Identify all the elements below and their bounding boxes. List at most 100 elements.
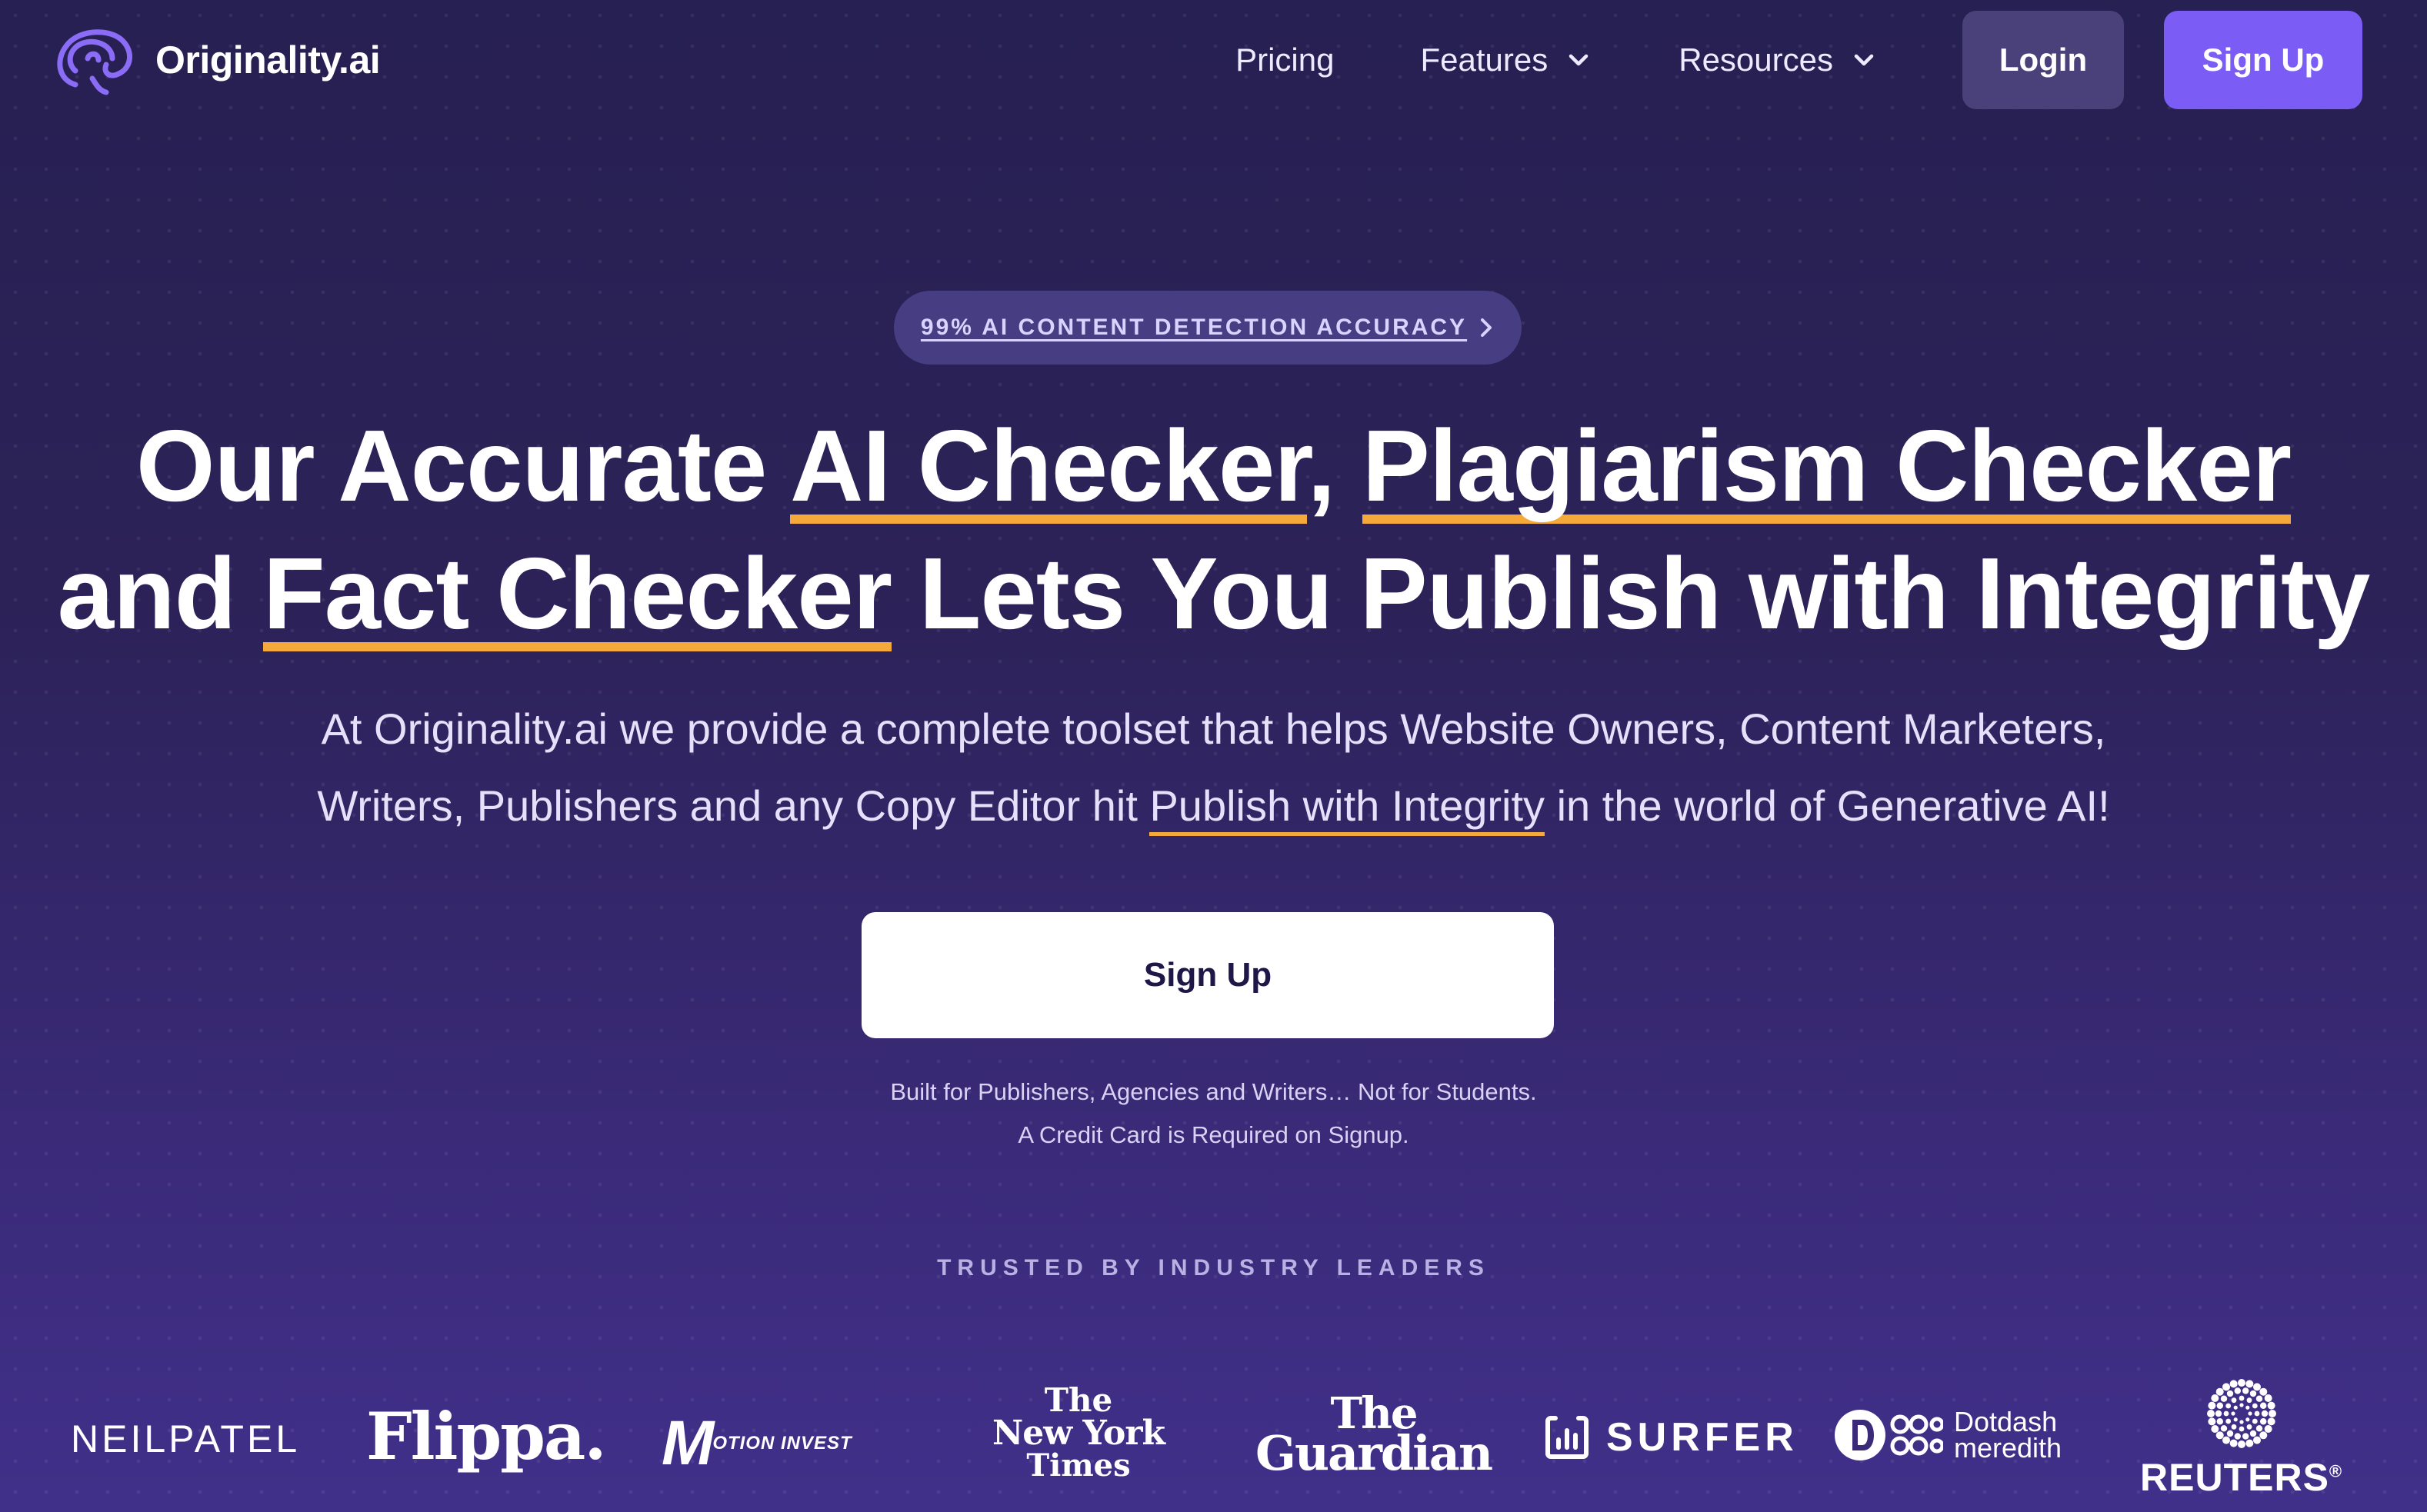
reuters-ring-dot: [2237, 1440, 2245, 1448]
reuters-ring-dot: [2249, 1430, 2256, 1437]
motion-invest-wordmark: OTION INVEST: [712, 1433, 852, 1454]
headline-text: Lets You Publish with Integrity: [892, 537, 2371, 650]
reuters-wordmark: REUTERS®: [2140, 1455, 2342, 1500]
reuters-ring-dot: [2267, 1401, 2275, 1410]
nav-resources-label: Resources: [1679, 42, 1833, 78]
hero-subtitle-line-1: At Originality.ai we provide a complete …: [321, 704, 2106, 753]
publish-with-integrity-link[interactable]: Publish with Integrity: [1149, 781, 1545, 836]
accuracy-badge-link[interactable]: 99% AI CONTENT DETECTION ACCURACY: [894, 291, 1522, 365]
nyt-wordmark-line-3: Times: [1026, 1447, 1131, 1484]
reuters-ring-dot: [2245, 1380, 2253, 1388]
reuters-dot-ring-icon: [2206, 1379, 2276, 1448]
reuters-ring-dot: [2242, 1433, 2249, 1440]
dotdash-wordmark-line-1: Dotdash: [1954, 1405, 2058, 1437]
headline-plagiarism-checker-highlight: Plagiarism Checker: [1362, 409, 2292, 528]
reuters-ring-dot: [2261, 1410, 2268, 1417]
signup-note-line-2: A Credit Card is Required on Signup.: [1018, 1121, 1409, 1148]
reuters-registered-mark: ®: [2329, 1461, 2343, 1481]
reuters-ring-dot: [2245, 1405, 2249, 1410]
subtitle-text: Writers, Publishers and any Copy Editor …: [317, 781, 1150, 830]
brand-name: Originality.ai: [155, 38, 381, 82]
brand-logo-link[interactable]: Originality.ai: [52, 23, 381, 97]
reuters-ring-dot: [2259, 1402, 2266, 1409]
subtitle-text: in the world of Generative AI!: [1545, 781, 2110, 830]
flippa-logo: Flippa.: [366, 1398, 607, 1474]
accuracy-badge-label: 99% AI CONTENT DETECTION ACCURACY: [920, 315, 1468, 340]
reuters-ring-dot: [2259, 1418, 2266, 1425]
reuters-ring-dot: [2223, 1410, 2229, 1417]
reuters-ring-dot: [2207, 1417, 2215, 1426]
nav-pricing-link[interactable]: Pricing: [1235, 42, 1334, 78]
reuters-ring-dot: [2264, 1394, 2272, 1402]
reuters-ring-dot: [2215, 1431, 2224, 1440]
chevron-down-icon: [1854, 54, 1874, 66]
hero-subtitle-line-2: Writers, Publishers and any Copy Editor …: [0, 781, 2427, 836]
reuters-ring-dot: [2252, 1383, 2261, 1391]
reuters-ring-dot: [2247, 1411, 2252, 1416]
partner-logos-row: NEILPATEL Flippa. M OTION INVEST The New…: [0, 1377, 2427, 1507]
nav-features-dropdown[interactable]: Features: [1420, 42, 1592, 78]
reuters-ring-dot: [2225, 1418, 2231, 1424]
nyt-wordmark-line-1: The: [1044, 1381, 1113, 1419]
reuters-ring-dot: [2215, 1387, 2224, 1396]
reuters-ring-dot: [2230, 1411, 2235, 1416]
reuters-logo: REUTERS®: [2140, 1377, 2342, 1500]
reuters-ring-dot: [2252, 1418, 2258, 1424]
reuters-ring-dot: [2255, 1395, 2262, 1402]
reuters-ring-dot: [2226, 1430, 2233, 1437]
reuters-ring-dot: [2264, 1425, 2272, 1433]
reuters-ring-dot: [2229, 1439, 2238, 1447]
top-navigation-bar: Originality.ai Pricing Features Resource…: [0, 0, 2427, 123]
reuters-ring-dot: [2254, 1410, 2259, 1417]
guardian-logo: The Guardian: [1255, 1392, 1493, 1482]
reuters-ring-dot: [2234, 1433, 2241, 1440]
guardian-wordmark-line-2: Guardian: [1255, 1425, 1493, 1482]
hero-signup-button[interactable]: Sign Up: [862, 912, 1554, 1038]
reuters-ring-dot: [2252, 1403, 2258, 1409]
nav-features-label: Features: [1420, 42, 1549, 78]
reuters-ring-dot: [2246, 1424, 2252, 1430]
nyt-wordmark-line-2: New York: [992, 1414, 1165, 1453]
reuters-ring-dot: [2222, 1383, 2230, 1391]
dotdash-wordmark-line-2: meredith: [1954, 1432, 2062, 1464]
header-signup-button[interactable]: Sign Up: [2164, 11, 2362, 109]
reuters-ring-dot: [2246, 1397, 2252, 1404]
reuters-ring-dot: [2237, 1379, 2245, 1387]
reuters-ring-dot: [2245, 1439, 2253, 1447]
new-york-times-logo: The New York Times: [992, 1384, 1165, 1481]
reuters-ring-dot: [2242, 1387, 2249, 1394]
headline-ai-checker-highlight: AI Checker: [790, 409, 1308, 528]
surfer-chart-icon: [1545, 1416, 1589, 1459]
reuters-ring-dot: [2226, 1390, 2233, 1397]
reuters-ring-dot: [2268, 1410, 2276, 1417]
dotdash-meredith-mark-icon: [1835, 1410, 1943, 1460]
hero-headline-line-1: Our Accurate AI Checker, Plagiarism Chec…: [0, 409, 2427, 528]
reuters-ring-dot: [2225, 1403, 2231, 1409]
reuters-ring-dot: [2239, 1395, 2244, 1401]
nav-pricing-label: Pricing: [1235, 42, 1335, 78]
dotdash-meredith-wordmark: Dotdash meredith: [1954, 1405, 2062, 1464]
reuters-ring-dot: [2216, 1402, 2223, 1409]
nav-resources-dropdown[interactable]: Resources: [1679, 42, 1878, 78]
login-button[interactable]: Login: [1962, 11, 2124, 109]
reuters-ring-dot: [2210, 1425, 2219, 1433]
reuters-ring-dot: [2229, 1380, 2238, 1388]
reuters-ring-dot: [2259, 1431, 2267, 1440]
reuters-wordmark-text: REUTERS: [2140, 1456, 2329, 1499]
chevron-right-icon: [1481, 318, 1492, 337]
reuters-ring-dot: [2245, 1417, 2249, 1422]
chevron-down-icon: [1569, 54, 1589, 66]
reuters-ring-dot: [2234, 1387, 2241, 1394]
trusted-by-heading: TRUSTED BY INDUSTRY LEADERS: [937, 1255, 1490, 1281]
reuters-ring-dot: [2255, 1425, 2262, 1432]
reuters-ring-dot: [2206, 1410, 2215, 1417]
reuters-ring-dot: [2267, 1417, 2275, 1426]
reuters-ring-dot: [2215, 1410, 2222, 1417]
dotdash-meredith-logo: Dotdash meredith: [1834, 1407, 2062, 1463]
surfer-wordmark: SURFER: [1606, 1415, 1799, 1460]
surfer-logo: SURFER: [1543, 1414, 1799, 1461]
headline-text: ,: [1307, 409, 1362, 522]
reuters-ring-dot: [2249, 1390, 2256, 1397]
reuters-ring-dot: [2239, 1403, 2244, 1407]
reuters-ring-dot: [2239, 1420, 2244, 1424]
